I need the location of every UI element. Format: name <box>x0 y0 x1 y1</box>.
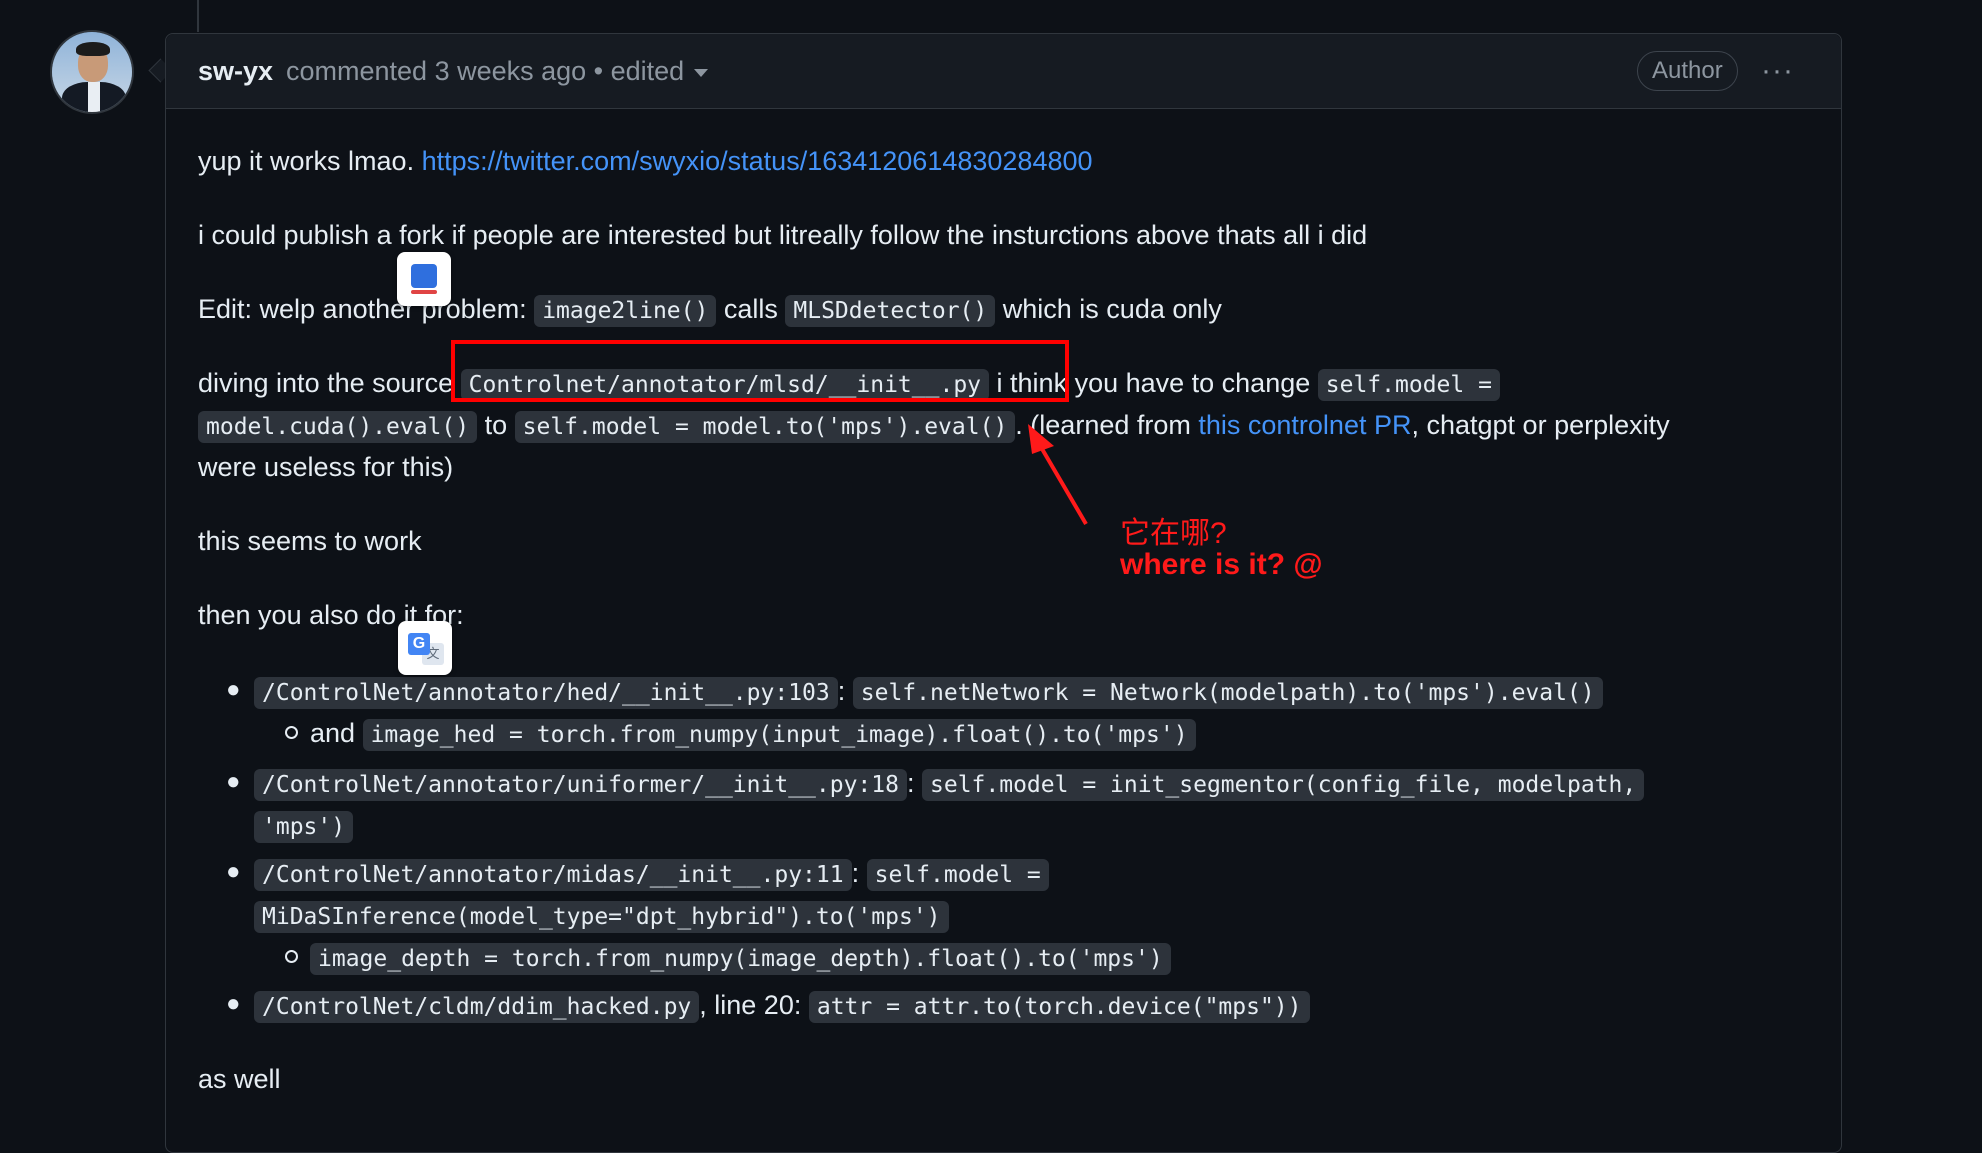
bullet-icon: ● <box>226 990 241 1017</box>
tweet-link[interactable]: https://twitter.com/swyxio/status/163412… <box>422 146 1093 176</box>
inline-code: image_hed = torch.from_numpy(input_image… <box>362 719 1196 751</box>
inline-code: MiDaSInference(model_type="dpt_hybrid").… <box>254 901 949 933</box>
annotation-arrow-icon <box>1028 424 1088 526</box>
paragraph-4-line-2: model.cuda().eval() to self.model = mode… <box>198 404 1670 448</box>
inline-code: /ControlNet/annotator/midas/__init__.py:… <box>254 859 852 891</box>
reader-extension-icon[interactable] <box>397 252 451 306</box>
list-item: /ControlNet/annotator/hed/__init__.py:10… <box>254 670 1603 714</box>
author-name[interactable]: sw-yx <box>198 56 273 87</box>
sub-bullet-icon <box>285 950 298 963</box>
annotation-text-english: where is it? @ <box>1120 548 1323 581</box>
bullet-icon: ● <box>226 858 241 885</box>
inline-code: 'mps') <box>254 811 354 843</box>
paragraph-5: this seems to work <box>198 526 422 556</box>
inline-code: /ControlNet/annotator/uniformer/__init__… <box>254 769 907 801</box>
sub-bullet-icon <box>285 726 298 739</box>
timeline-line <box>197 0 199 32</box>
chevron-down-icon[interactable] <box>694 68 709 77</box>
author-avatar[interactable] <box>50 30 134 114</box>
inline-code: /ControlNet/cldm/ddim_hacked.py <box>254 991 700 1023</box>
inline-code: self.netNetwork = Network(modelpath).to(… <box>852 677 1603 709</box>
more-options-icon[interactable]: ··· <box>1761 54 1794 88</box>
inline-code: self.model = <box>1317 369 1500 401</box>
controlnet-pr-link[interactable]: this controlnet PR <box>1198 410 1411 440</box>
inline-code: image2line() <box>534 295 717 327</box>
bullet-icon: ● <box>226 768 241 795</box>
inline-code: self.model = model.to('mps').eval() <box>514 411 1016 443</box>
list-item-continued: 'mps') <box>254 804 354 848</box>
inline-code: MLSDdetector() <box>785 295 996 327</box>
inline-code: attr = attr.to(torch.device("mps")) <box>808 991 1310 1023</box>
list-sub-item: image_depth = torch.from_numpy(image_dep… <box>310 936 1171 980</box>
comment-meta[interactable]: commented 3 weeks ago • edited <box>286 56 709 87</box>
inline-code: self.model = init_segmentor(config_file,… <box>922 769 1645 801</box>
inline-code: image_depth = torch.from_numpy(image_dep… <box>310 943 1171 975</box>
annotation-highlight-box <box>451 340 1069 402</box>
annotation-text-chinese: 它在哪? <box>1120 517 1227 550</box>
list-item: /ControlNet/cldm/ddim_hacked.py, line 20… <box>254 984 1310 1028</box>
translate-extension-icon[interactable]: 文G <box>398 621 452 675</box>
paragraph-2: i could publish a fork if people are int… <box>198 220 1368 250</box>
paragraph-3: Edit: welp another problem: image2line()… <box>198 288 1222 332</box>
bullet-icon: ● <box>226 676 241 703</box>
paragraph-1: yup it works lmao. https://twitter.com/s… <box>198 146 1093 176</box>
inline-code: /ControlNet/annotator/hed/__init__.py:10… <box>254 677 838 709</box>
list-sub-item: and image_hed = torch.from_numpy(input_i… <box>310 712 1196 756</box>
inline-code: self.model = <box>866 859 1049 891</box>
inline-code: model.cuda().eval() <box>198 411 478 443</box>
list-item: /ControlNet/annotator/uniformer/__init__… <box>254 762 1645 806</box>
paragraph-4-line-3: were useless for this) <box>198 452 454 482</box>
list-item: /ControlNet/annotator/midas/__init__.py:… <box>254 852 1049 896</box>
comment-header: sw-yx commented 3 weeks ago • edited Aut… <box>166 34 1841 109</box>
list-item-continued: MiDaSInference(model_type="dpt_hybrid").… <box>254 894 949 938</box>
author-badge: Author <box>1637 51 1738 91</box>
